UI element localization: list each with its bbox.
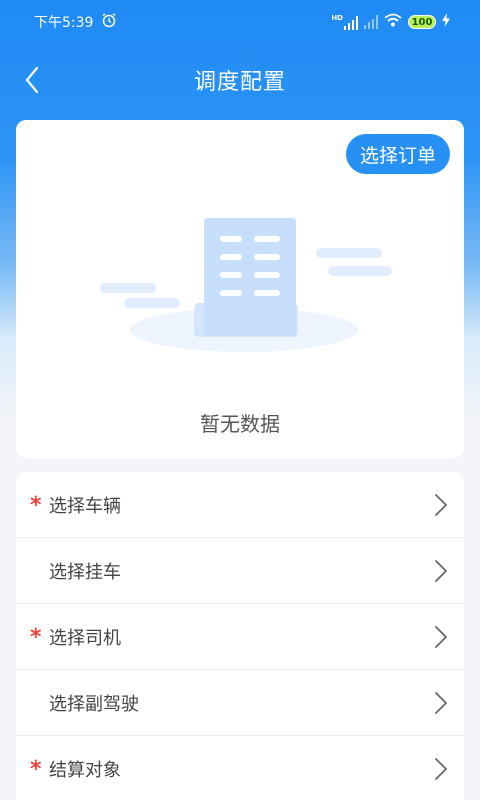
dispatch-options-list: * 选择车辆 选择挂车 * 选择司机 选择副驾驶 * 结算对象 — [16, 472, 464, 800]
status-right: HD 100 — [331, 13, 450, 31]
battery-indicator: 100 — [408, 15, 436, 29]
option-label: 选择车辆 — [49, 495, 121, 517]
chevron-right-icon — [435, 625, 447, 648]
hd-label: HD — [331, 13, 343, 22]
signal-bars-2-icon — [364, 15, 378, 29]
empty-document-illustration — [100, 218, 392, 352]
option-label: 选择司机 — [49, 627, 121, 649]
option-select-vehicle[interactable]: * 选择车辆 — [16, 472, 464, 538]
required-mark: * — [30, 492, 42, 518]
back-button[interactable] — [14, 60, 50, 100]
status-time: 下午5:39 — [34, 15, 94, 31]
select-order-button[interactable]: 选择订单 — [345, 134, 450, 174]
option-settlement-party[interactable]: * 结算对象 — [16, 736, 464, 800]
signal-bars-1 — [344, 15, 358, 30]
option-select-trailer[interactable]: 选择挂车 — [16, 538, 464, 604]
option-label: 选择挂车 — [49, 561, 121, 583]
hd-signal-icon: HD — [331, 13, 358, 30]
order-card: 选择订单 暂无数据 — [16, 120, 464, 458]
chevron-right-icon — [435, 559, 447, 582]
chevron-right-icon — [435, 691, 447, 714]
chevron-left-icon — [25, 66, 39, 94]
header: 调度配置 — [0, 44, 480, 116]
chevron-right-icon — [435, 758, 447, 780]
charging-icon — [442, 13, 450, 31]
page-title: 调度配置 — [193, 70, 286, 95]
chevron-right-icon — [435, 493, 447, 516]
status-left: 下午5:39 — [34, 12, 117, 32]
required-mark: * — [30, 624, 42, 650]
option-select-co-driver[interactable]: 选择副驾驶 — [16, 670, 464, 736]
status-bar: 下午5:39 HD 100 — [0, 0, 480, 44]
option-select-driver[interactable]: * 选择司机 — [16, 604, 464, 670]
option-label: 结算对象 — [49, 760, 121, 781]
required-mark: * — [30, 757, 42, 782]
alarm-clock-icon — [101, 12, 117, 32]
empty-state-text: 暂无数据 — [200, 412, 280, 436]
wifi-icon — [384, 13, 402, 31]
option-label: 选择副驾驶 — [49, 693, 139, 715]
